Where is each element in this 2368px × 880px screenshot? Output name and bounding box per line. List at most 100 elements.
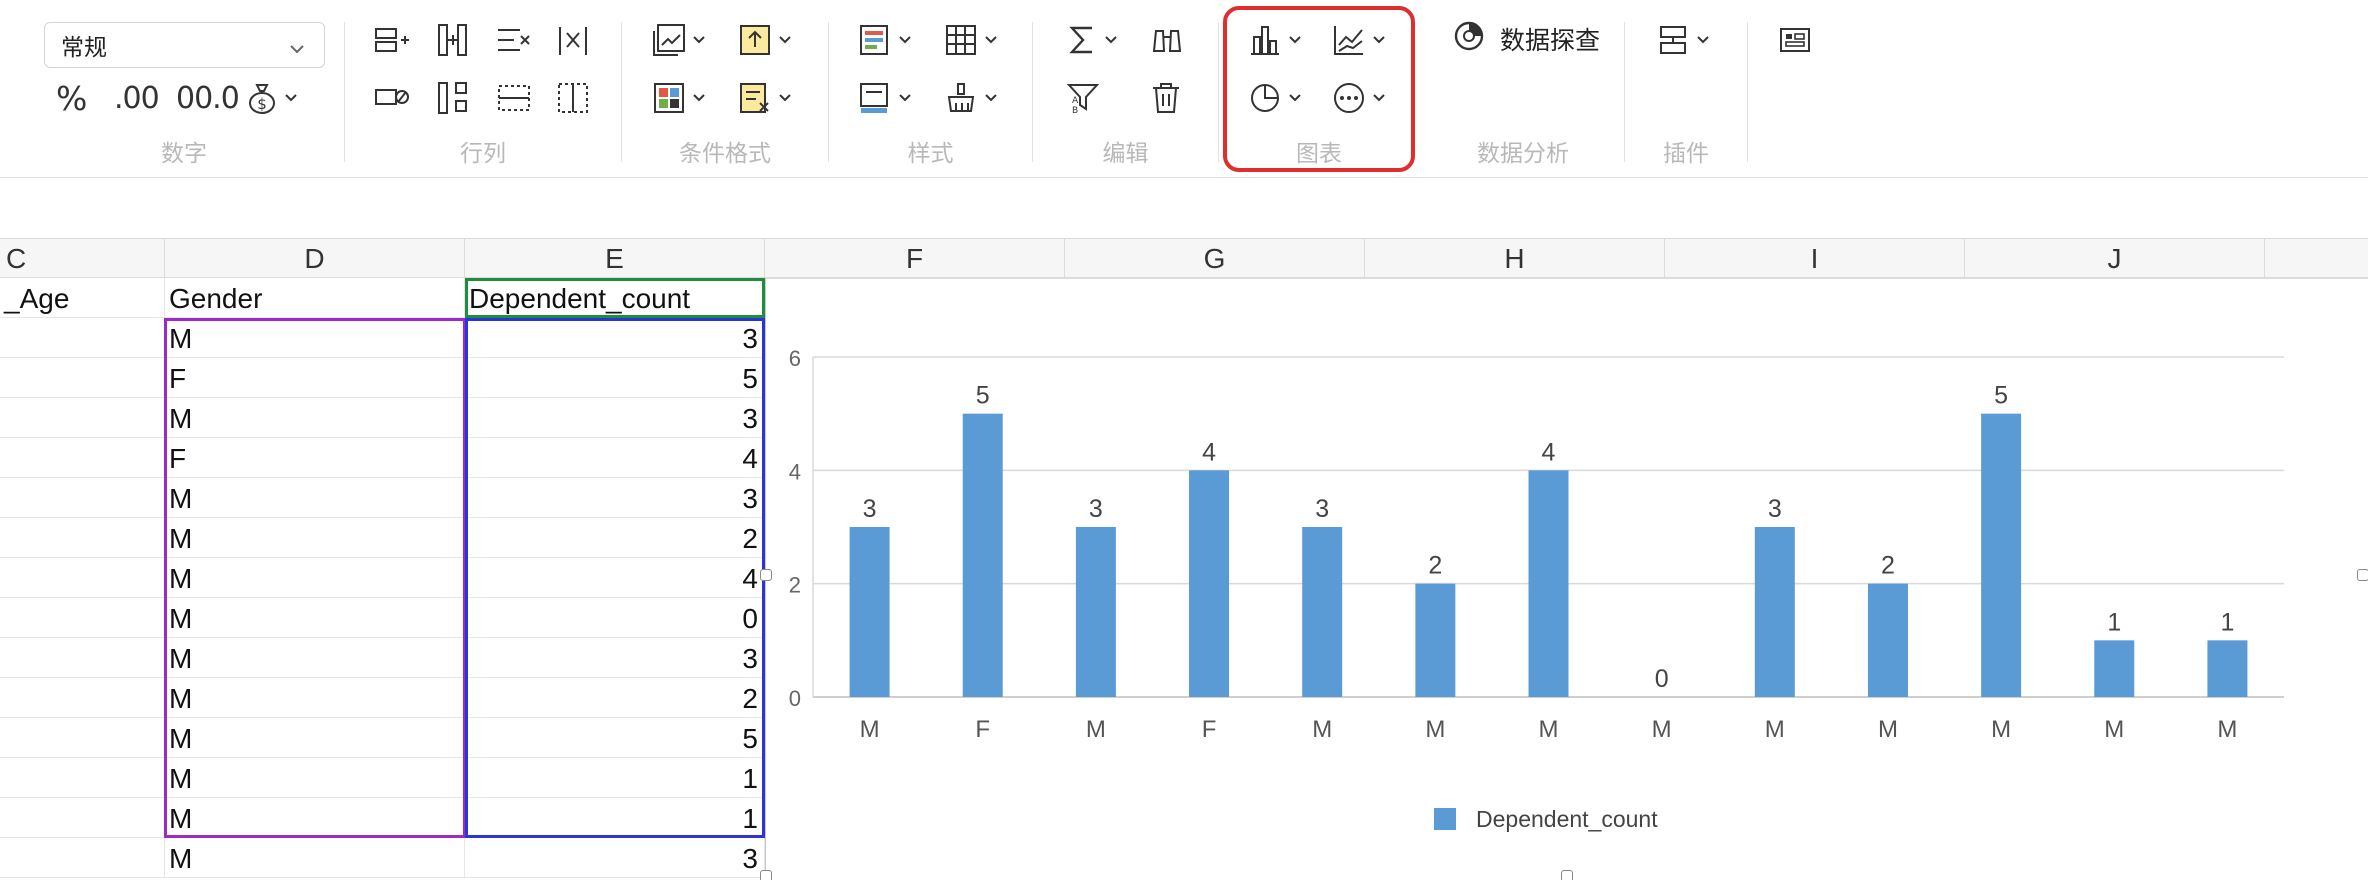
clear-rules-button[interactable]: [738, 76, 792, 120]
delete-button[interactable]: [1150, 76, 1182, 120]
data-bar-icon: [652, 23, 686, 57]
cell-e-header[interactable]: Dependent_count: [465, 278, 765, 318]
table-style-button[interactable]: [944, 18, 998, 62]
group-label-rows-columns: 行列: [460, 140, 506, 166]
data-explore-button[interactable]: 数据探查: [1452, 16, 1600, 62]
cell-c[interactable]: [0, 718, 165, 758]
number-format-select[interactable]: 常规: [44, 22, 325, 68]
currency-button[interactable]: $: [246, 76, 298, 120]
cell-c[interactable]: [0, 638, 165, 678]
chevron-down-icon: [692, 93, 706, 103]
highlight-rules-button[interactable]: [738, 18, 792, 62]
chevron-down-icon: [778, 93, 792, 103]
cell-dependent-count[interactable]: 0: [465, 598, 765, 638]
cell-gender[interactable]: M: [165, 478, 465, 518]
cell-c[interactable]: [0, 518, 165, 558]
chevron-down-icon: [984, 93, 998, 103]
cell-c[interactable]: [0, 598, 165, 638]
cell-gender[interactable]: M: [165, 598, 465, 638]
group-label-plugins: 插件: [1663, 140, 1709, 166]
cell-d-header[interactable]: Gender: [165, 278, 465, 318]
edit-group: 编辑: [1033, 0, 1218, 178]
resize-handle-right[interactable]: [2357, 569, 2368, 581]
data-bar-button[interactable]: [652, 18, 706, 62]
cell-dependent-count[interactable]: 1: [465, 758, 765, 798]
column-width-button[interactable]: [556, 76, 590, 120]
cell-c[interactable]: [0, 438, 165, 478]
cell-style-icon: [858, 23, 892, 57]
hide-column-button[interactable]: [436, 76, 470, 120]
insert-column-button[interactable]: [436, 18, 470, 62]
resize-handle-bottom[interactable]: [1561, 870, 1573, 880]
insert-row-button[interactable]: [374, 18, 410, 62]
cell-c-header[interactable]: _Age: [0, 278, 165, 318]
row-height-button[interactable]: [496, 76, 532, 120]
cell-gender[interactable]: M: [165, 798, 465, 838]
cell-c[interactable]: [0, 478, 165, 518]
cell-style-button[interactable]: [858, 18, 912, 62]
cell-c[interactable]: [0, 318, 165, 358]
column-header-c[interactable]: C: [0, 239, 165, 279]
cell-gender[interactable]: M: [165, 758, 465, 798]
cell-c[interactable]: [0, 678, 165, 718]
color-scale-button[interactable]: [652, 76, 706, 120]
cell-dependent-count[interactable]: 5: [465, 718, 765, 758]
cell-c[interactable]: [0, 838, 165, 878]
column-header-e[interactable]: E: [465, 239, 765, 279]
column-header-d[interactable]: D: [165, 239, 465, 279]
group-divider: [1747, 22, 1748, 162]
cell-dependent-count[interactable]: 3: [465, 478, 765, 518]
resize-handle-bottom-left[interactable]: [760, 870, 772, 880]
hide-row-button[interactable]: [374, 76, 410, 120]
cell-c[interactable]: [0, 398, 165, 438]
autosum-button[interactable]: [1066, 18, 1118, 62]
cell-gender[interactable]: F: [165, 358, 465, 398]
cell-dependent-count[interactable]: 3: [465, 318, 765, 358]
cell-dependent-count[interactable]: 2: [465, 518, 765, 558]
sort-filter-button[interactable]: AB: [1066, 76, 1100, 120]
cell-gender[interactable]: M: [165, 518, 465, 558]
column-header-i[interactable]: I: [1665, 239, 1965, 279]
cell-dependent-count[interactable]: 1: [465, 798, 765, 838]
cell-gender[interactable]: F: [165, 438, 465, 478]
cell-gender[interactable]: M: [165, 558, 465, 598]
cell-gender[interactable]: M: [165, 638, 465, 678]
cell-c[interactable]: [0, 358, 165, 398]
cell-dependent-count[interactable]: 3: [465, 398, 765, 438]
column-header-j[interactable]: J: [1965, 239, 2265, 279]
decrease-decimal-button[interactable]: 00.0: [176, 76, 240, 120]
column-header-g[interactable]: G: [1065, 239, 1365, 279]
y-tick-label: 0: [789, 686, 801, 711]
fill-color-button[interactable]: [858, 76, 912, 120]
plugin-button[interactable]: [1656, 18, 1710, 62]
x-tick-label: M: [1652, 716, 1672, 743]
cell-dependent-count[interactable]: 5: [465, 358, 765, 398]
delete-row-button[interactable]: [496, 18, 532, 62]
delete-column-button[interactable]: [556, 18, 590, 62]
cell-gender[interactable]: M: [165, 718, 465, 758]
find-button[interactable]: [1150, 18, 1184, 62]
resize-handle-left[interactable]: [760, 569, 772, 581]
percent-button[interactable]: %: [56, 76, 87, 120]
cell-dependent-count[interactable]: 4: [465, 558, 765, 598]
format-painter-button[interactable]: [944, 76, 998, 120]
increase-decimal-button[interactable]: .00: [114, 76, 160, 120]
cell-gender[interactable]: M: [165, 398, 465, 438]
cell-dependent-count[interactable]: 3: [465, 638, 765, 678]
cell-gender[interactable]: M: [165, 838, 465, 878]
formula-bar-area: [0, 178, 2368, 238]
cell-c[interactable]: [0, 758, 165, 798]
money-bag-icon: $: [246, 81, 278, 115]
column-headers: C D E F G H I J: [0, 238, 2368, 279]
cell-c[interactable]: [0, 558, 165, 598]
cell-dependent-count[interactable]: 4: [465, 438, 765, 478]
cell-c[interactable]: [0, 798, 165, 838]
extension-button[interactable]: [1778, 18, 1812, 62]
column-header-f[interactable]: F: [765, 239, 1065, 279]
bar-chart[interactable]: 0 2 4 6 3 M 5 F 3 M 4 F 3 M 2 M 4 M 0 M 3 M 2 M 5 M 1 M 1 M Dependent_…: [760, 278, 2368, 880]
column-header-h[interactable]: H: [1365, 239, 1665, 279]
cell-dependent-count[interactable]: 3: [465, 838, 765, 878]
cell-gender[interactable]: M: [165, 678, 465, 718]
cell-gender[interactable]: M: [165, 318, 465, 358]
cell-dependent-count[interactable]: 2: [465, 678, 765, 718]
